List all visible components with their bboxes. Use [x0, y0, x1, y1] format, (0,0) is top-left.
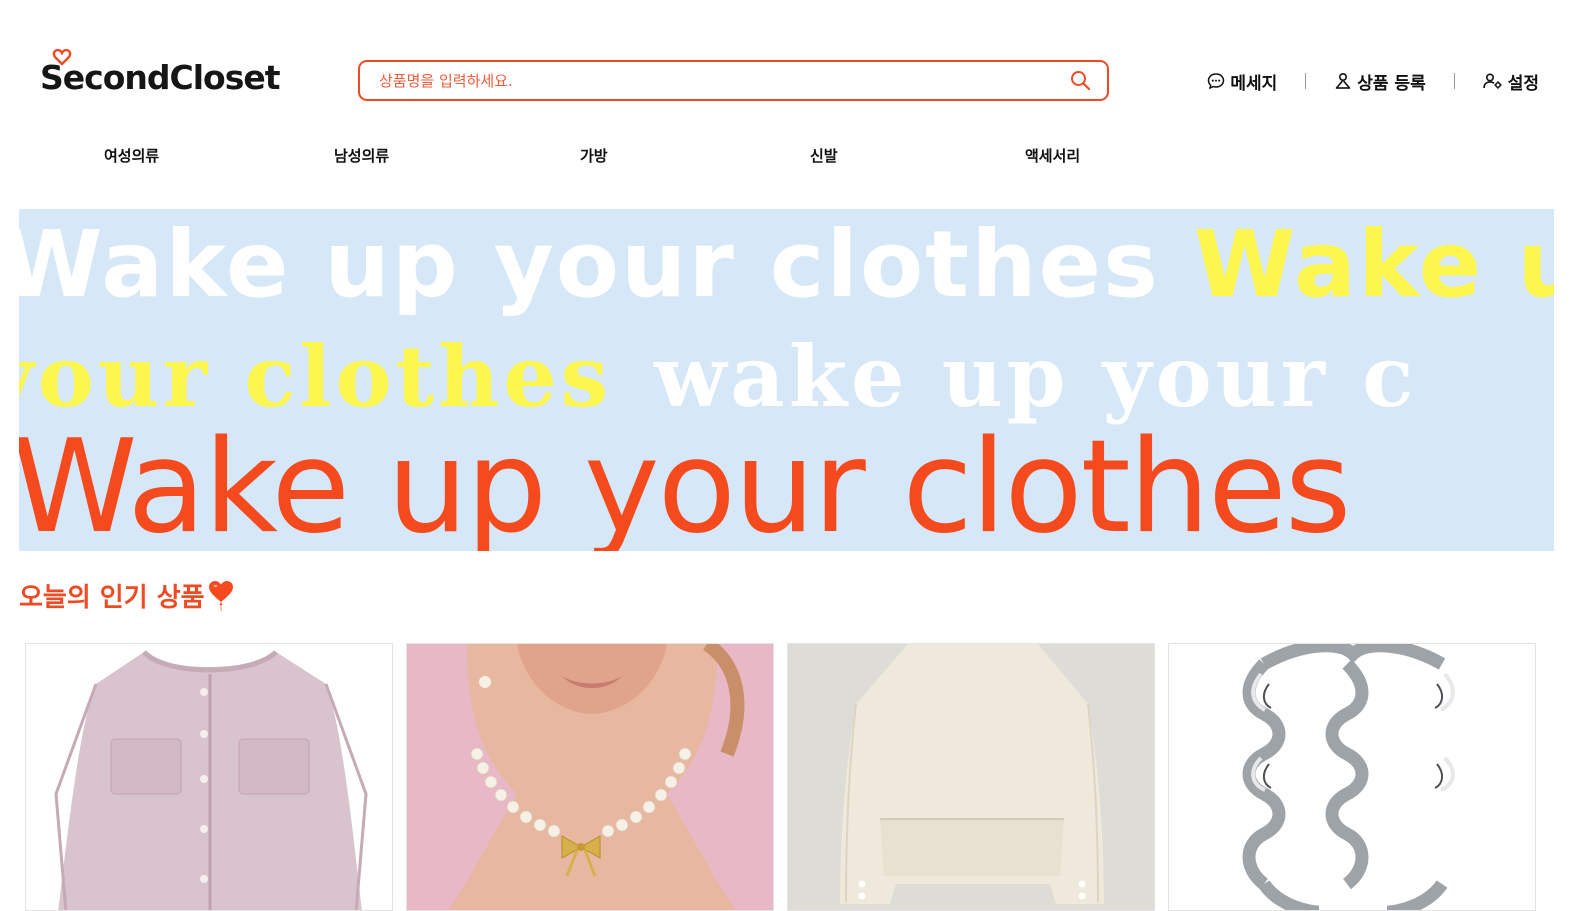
banner-line-2: your clothes wake up your c: [19, 327, 1417, 426]
banner-text-white: wake up your c: [654, 327, 1418, 426]
product-card[interactable]: [1168, 643, 1536, 911]
logo[interactable]: SecondCloset: [40, 48, 300, 102]
register-product-label: 상품 등록: [1357, 73, 1426, 94]
banner-line-3: Wake up your clothes: [19, 413, 1351, 551]
section-title-text: 오늘의 인기 상품: [19, 583, 205, 613]
menu-divider: [1453, 73, 1455, 89]
search-icon: [1070, 71, 1090, 91]
search-bar: [358, 60, 1109, 101]
product-image-pearl-bow-necklace: [407, 644, 773, 910]
user-upload-icon: [1335, 72, 1351, 89]
logo-heart-icon: [52, 48, 72, 66]
search-button[interactable]: [1067, 68, 1093, 94]
banner-text-yellow: your clothes: [19, 327, 613, 426]
banner-text-white: Wake up your clothes: [19, 211, 1160, 318]
category-nav: 여성의류 남성의류 가방 신발 액세서리: [0, 145, 1200, 175]
product-card[interactable]: [25, 643, 393, 911]
category-womens[interactable]: 여성의류: [104, 145, 159, 166]
user-menu: 메세지 상품 등록 설정: [1207, 66, 1539, 96]
popular-section-title: 오늘의 인기 상품: [19, 577, 234, 614]
product-card[interactable]: [787, 643, 1155, 911]
category-shoes[interactable]: 신발: [810, 145, 838, 166]
category-bags[interactable]: 가방: [580, 145, 608, 166]
menu-divider: [1305, 73, 1307, 89]
category-mens[interactable]: 남성의류: [334, 145, 389, 166]
messages-label: 메세지: [1230, 73, 1278, 94]
search-input[interactable]: [379, 71, 1067, 90]
category-accessories[interactable]: 액세서리: [1025, 145, 1080, 166]
hero-banner[interactable]: Wake up your clothes Wake up your your c…: [19, 209, 1554, 551]
banner-line-1: Wake up your clothes Wake up your: [19, 211, 1554, 318]
product-card[interactable]: [406, 643, 774, 911]
settings-link[interactable]: 설정: [1482, 69, 1539, 94]
product-image-silver-infinity-ring: [1169, 644, 1535, 910]
product-image-cream-cropped-jacket: [788, 644, 1154, 910]
chat-bubble-icon: [1208, 73, 1225, 90]
messages-link[interactable]: 메세지: [1207, 69, 1277, 94]
product-image-pink-tweed-jacket: [26, 644, 392, 910]
register-product-link[interactable]: 상품 등록: [1334, 69, 1426, 94]
settings-label: 설정: [1507, 73, 1539, 94]
banner-text-yellow: Wake up your: [1193, 211, 1554, 318]
user-settings-icon: [1482, 73, 1502, 89]
heart-balloon-icon: [208, 580, 233, 611]
product-grid: [25, 643, 1537, 911]
